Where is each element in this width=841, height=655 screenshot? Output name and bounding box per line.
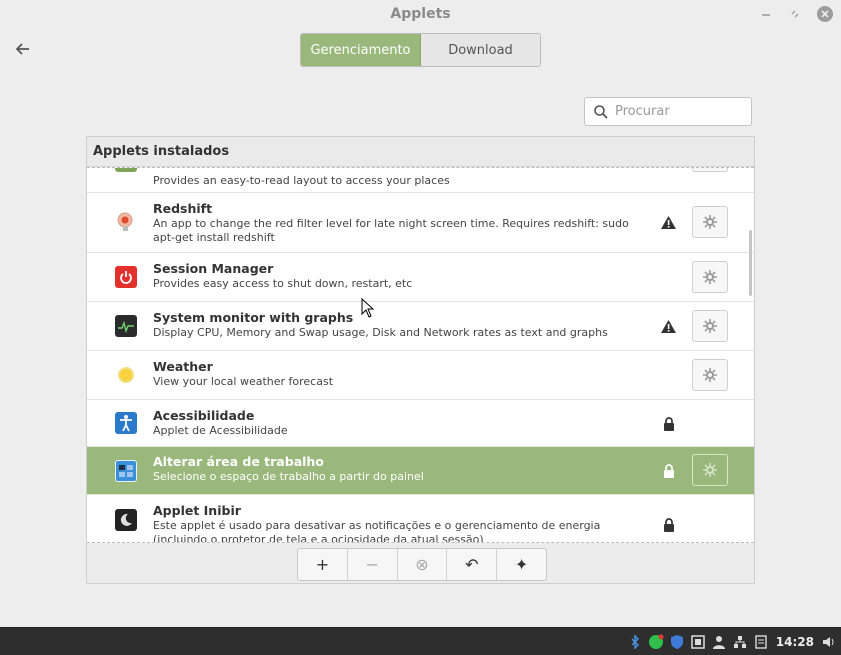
lock-icon xyxy=(663,416,675,431)
search-icon xyxy=(593,104,609,120)
window-title: Applets xyxy=(390,6,451,22)
applet-name: Acessibilidade xyxy=(153,408,255,423)
applet-name: System monitor with graphs xyxy=(153,310,354,325)
configure-button[interactable] xyxy=(692,168,728,172)
tab-download[interactable]: Download xyxy=(421,34,540,66)
tab-gerenciamento[interactable]: Gerenciamento xyxy=(301,34,421,66)
panel-title: Applets instalados xyxy=(87,137,754,167)
remove-button[interactable]: − xyxy=(348,549,398,580)
bluetooth-icon[interactable] xyxy=(627,634,643,650)
list-item[interactable]: Acessibilidade Applet de Acessibilidade xyxy=(87,400,754,447)
configure-button[interactable] xyxy=(692,261,728,293)
places-icon xyxy=(115,168,137,172)
applet-name: Session Manager xyxy=(153,261,274,276)
search-input[interactable] xyxy=(615,104,745,119)
inhibit-moon-icon xyxy=(115,509,137,531)
user-icon[interactable] xyxy=(711,634,727,650)
minimize-icon[interactable] xyxy=(758,6,774,22)
system-tray: 14:28 xyxy=(627,631,837,653)
system-monitor-icon xyxy=(115,315,137,337)
list-item[interactable]: System monitor with graphs Display CPU, … xyxy=(87,302,754,351)
accessibility-icon xyxy=(115,412,137,434)
list-toolbar: + − ⊗ ↶ ✦ xyxy=(87,543,754,583)
lock-icon xyxy=(663,517,675,532)
taskbar: 14:28 xyxy=(0,627,841,655)
applet-description: An app to change the red filter level fo… xyxy=(153,217,629,244)
list-item[interactable]: Session Manager Provides easy access to … xyxy=(87,253,754,302)
clear-button[interactable]: ⊗ xyxy=(398,549,448,580)
search-box xyxy=(584,97,752,126)
applet-description: View your local weather forecast xyxy=(153,375,334,388)
list-item-selected[interactable]: Alterar área de trabalho Selecione o esp… xyxy=(87,447,754,495)
warning-icon xyxy=(660,215,677,230)
toolbar-buttons: + − ⊗ ↶ ✦ xyxy=(297,548,547,581)
applet-description: Display CPU, Memory and Swap usage, Disk… xyxy=(153,326,608,339)
configure-button[interactable] xyxy=(692,310,728,342)
gear-icon xyxy=(703,270,717,284)
warning-icon xyxy=(660,319,677,334)
more-button[interactable]: ✦ xyxy=(497,549,546,580)
power-icon xyxy=(115,266,137,288)
volume-icon[interactable] xyxy=(821,634,837,650)
applet-name: Applet Inibir xyxy=(153,503,241,518)
applet-name: Redshift xyxy=(153,201,213,216)
applet-name: Alterar área de trabalho xyxy=(153,454,324,469)
list-item[interactable]: Provides an easy-to-read layout to acces… xyxy=(87,168,754,193)
network-icon[interactable] xyxy=(732,634,748,650)
close-icon[interactable] xyxy=(817,6,833,22)
workspace-switcher-icon xyxy=(115,460,137,482)
undo-button[interactable]: ↶ xyxy=(447,549,498,580)
applet-list[interactable]: Provides an easy-to-read layout to acces… xyxy=(87,167,754,543)
back-button[interactable] xyxy=(12,38,34,60)
view-switcher: Gerenciamento Download xyxy=(300,33,541,67)
configure-button[interactable] xyxy=(692,454,728,486)
redshift-icon xyxy=(115,211,137,233)
applet-description: Applet de Acessibilidade xyxy=(153,424,288,437)
title-bar: Applets xyxy=(0,0,841,30)
shield-icon[interactable] xyxy=(669,634,685,650)
gear-icon xyxy=(703,368,717,382)
mouse-cursor-icon xyxy=(361,298,375,318)
list-item[interactable]: Redshift An app to change the red filter… xyxy=(87,193,754,253)
add-button[interactable]: + xyxy=(298,549,348,580)
weather-sun-icon xyxy=(115,364,137,386)
applet-description: Este applet é usado para desativar as no… xyxy=(153,519,601,543)
gear-icon xyxy=(703,463,717,477)
applet-description: Provides easy access to shut down, resta… xyxy=(153,277,413,290)
configure-button[interactable] xyxy=(692,206,728,238)
clock[interactable]: 14:28 xyxy=(776,635,814,649)
clipboard-icon[interactable] xyxy=(690,634,706,650)
gear-icon xyxy=(703,215,717,229)
configure-button[interactable] xyxy=(692,359,728,391)
list-item[interactable]: Weather View your local weather forecast xyxy=(87,351,754,400)
applet-description: Selecione o espaço de trabalho a partir … xyxy=(153,470,424,483)
gear-icon xyxy=(703,319,717,333)
applet-description: Provides an easy-to-read layout to acces… xyxy=(153,174,450,187)
whatsapp-icon[interactable] xyxy=(648,634,664,650)
list-item[interactable]: Applet Inibir Este applet é usado para d… xyxy=(87,495,754,543)
applet-name: Weather xyxy=(153,359,213,374)
scrollbar[interactable] xyxy=(749,230,752,296)
applets-panel: Applets instalados Provides an easy-to-r… xyxy=(86,136,755,584)
notes-icon[interactable] xyxy=(753,634,769,650)
maximize-icon[interactable] xyxy=(787,6,803,22)
arrow-left-icon xyxy=(16,43,29,55)
lock-icon xyxy=(663,463,675,478)
